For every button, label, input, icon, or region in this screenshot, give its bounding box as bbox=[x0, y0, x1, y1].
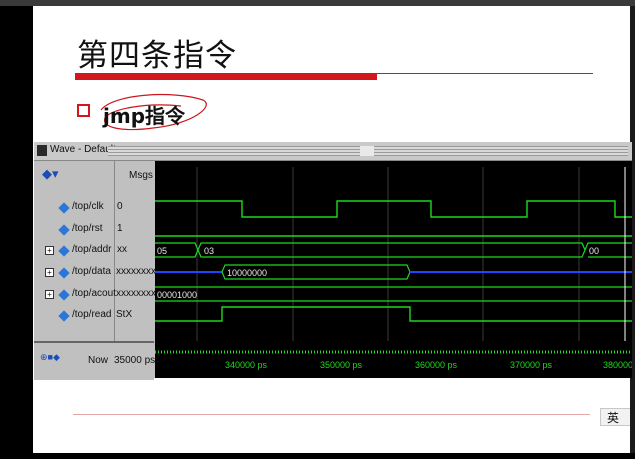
wave-window: Wave - Default ◆▾ Msgs /top/clk 0 /top/r… bbox=[34, 142, 632, 380]
cursor-tools-icon[interactable]: ⊕■◆ bbox=[40, 352, 60, 363]
wave-title: Wave - Default bbox=[50, 144, 116, 155]
signal-value: 0 bbox=[117, 201, 123, 212]
expand-icon[interactable]: + bbox=[45, 246, 54, 255]
acout-label: 00001000 bbox=[157, 290, 197, 300]
addr-label-a: 05 bbox=[157, 246, 167, 256]
slide-title: 第四条指令 bbox=[77, 38, 237, 74]
signal-value: 1 bbox=[117, 223, 123, 234]
signal-type-dropdown-icon[interactable]: ◆▾ bbox=[42, 166, 59, 182]
signal-value: StX bbox=[116, 309, 133, 320]
title-underline-thick bbox=[75, 73, 377, 80]
expand-icon[interactable]: + bbox=[45, 268, 54, 277]
bullet-square-icon bbox=[77, 104, 90, 117]
data-label: 10000000 bbox=[227, 268, 267, 278]
title-grip-handle[interactable] bbox=[360, 146, 374, 156]
wave-title-bar[interactable]: Wave - Default bbox=[34, 142, 632, 161]
now-label: Now bbox=[88, 355, 109, 366]
footer-rule bbox=[73, 414, 590, 415]
addr-label-b: 03 bbox=[204, 246, 214, 256]
time-tick-label: 360000 ps bbox=[415, 360, 458, 370]
time-tick-label: 370000 ps bbox=[510, 360, 553, 370]
title-underline-thin bbox=[377, 73, 593, 74]
waveform-plot[interactable]: 05 03 00 10000000 00001000 340000 ps 350… bbox=[155, 161, 632, 378]
signal-value: xxxxxxxx bbox=[116, 288, 156, 299]
signal-name: /top/acout bbox=[72, 288, 116, 299]
signal-name: /top/read bbox=[72, 309, 112, 320]
expand-icon[interactable]: + bbox=[45, 290, 54, 299]
signal-value: xx bbox=[117, 244, 127, 255]
bullet-text: jmp指令 bbox=[103, 104, 186, 128]
wave-window-icon bbox=[37, 145, 47, 156]
signal-name: /top/rst bbox=[72, 223, 103, 234]
signal-value: xxxxxxxx bbox=[116, 266, 156, 277]
time-tick-label: 350000 ps bbox=[320, 360, 363, 370]
addr-label-c: 00 bbox=[589, 246, 599, 256]
signal-name: /top/clk bbox=[72, 201, 104, 212]
msgs-header: Msgs bbox=[129, 170, 153, 181]
signal-name: /top/data bbox=[72, 266, 111, 277]
time-tick-label: 340000 ps bbox=[225, 360, 268, 370]
now-value: 35000 ps bbox=[114, 355, 156, 366]
signal-name: /top/addr bbox=[72, 244, 112, 255]
time-tick-label: 380000 bbox=[603, 360, 632, 370]
